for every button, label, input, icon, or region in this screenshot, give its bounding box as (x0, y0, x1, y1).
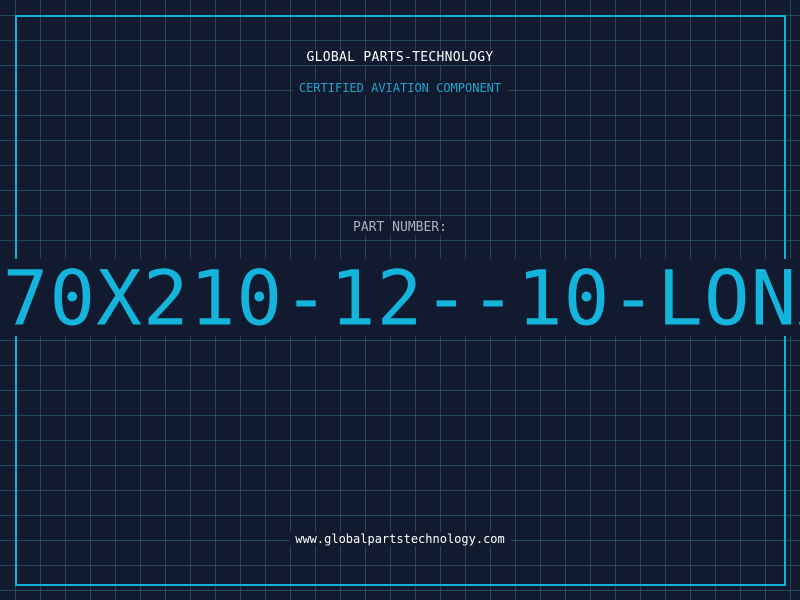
website-url[interactable]: www.globalpartstechnology.com (0, 531, 800, 547)
part-number-label-text: PART NUMBER: (347, 220, 453, 235)
certification-subtitle-text: CERTIFIED AVIATION COMPONENT (292, 81, 508, 95)
label-canvas: GLOBAL PARTS-TECHNOLOGY CERTIFIED AVIATI… (0, 0, 800, 600)
company-name-text: GLOBAL PARTS-TECHNOLOGY (300, 50, 500, 65)
part-number-label: PART NUMBER: (0, 220, 800, 236)
website-url-text[interactable]: www.globalpartstechnology.com (289, 532, 511, 546)
part-number-value: 570X210-12--10-LONA (0, 259, 800, 336)
company-name: GLOBAL PARTS-TECHNOLOGY (0, 49, 800, 67)
certification-subtitle: CERTIFIED AVIATION COMPONENT (0, 80, 800, 96)
part-number-band: 570X210-12--10-LONA (0, 259, 800, 336)
